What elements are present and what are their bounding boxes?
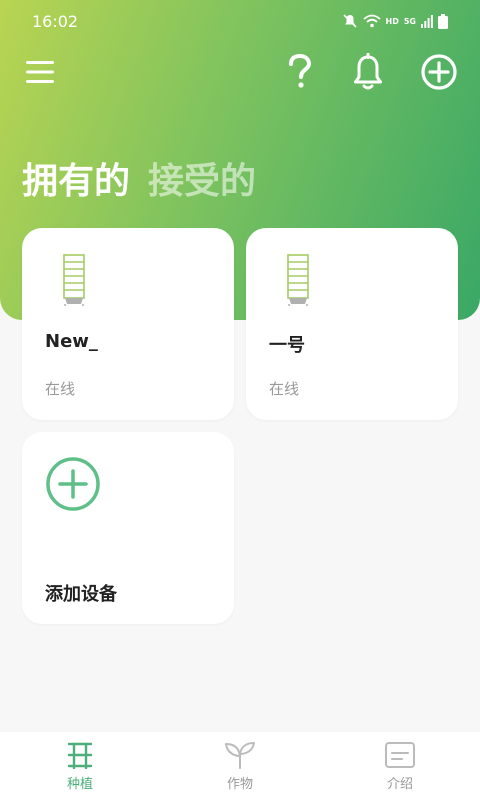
add-circle-icon	[421, 54, 457, 90]
signal-icon	[421, 15, 433, 28]
nav-item-intro[interactable]: 介绍	[340, 741, 460, 792]
device-name: New_	[45, 331, 98, 352]
status-bar: 16:02 HD 5G	[0, 0, 480, 42]
menu-icon	[26, 61, 54, 83]
device-name: 一号	[269, 335, 305, 356]
nav-item-crops[interactable]: 作物	[180, 741, 300, 792]
status-icons: HD 5G	[342, 13, 448, 29]
hd-badge: HD	[385, 16, 399, 26]
wifi-icon	[362, 14, 381, 28]
device-status: 在线	[45, 380, 76, 398]
planting-rack-image	[287, 254, 309, 306]
device-card[interactable]: New_ 在线	[22, 228, 234, 420]
add-button[interactable]	[419, 52, 459, 92]
add-circle-icon	[46, 457, 100, 511]
status-time: 16:02	[32, 11, 79, 31]
top-action-bar	[0, 52, 480, 100]
network-label: 5G	[403, 16, 416, 26]
device-status: 在线	[269, 380, 300, 398]
notifications-button[interactable]	[348, 52, 388, 92]
help-button[interactable]	[280, 52, 320, 92]
device-card[interactable]: 一号 在线	[246, 228, 458, 420]
planting-rack-icon	[67, 742, 93, 769]
bell-icon	[354, 53, 382, 90]
question-mark-icon	[289, 54, 312, 88]
mute-icon	[342, 14, 357, 28]
info-card-icon	[385, 741, 415, 768]
bottom-navigation: 种植 作物 介绍	[0, 732, 480, 800]
add-device-label: 添加设备	[45, 584, 117, 605]
menu-button[interactable]	[20, 52, 60, 92]
planting-rack-image	[63, 254, 85, 306]
nav-label: 介绍	[386, 776, 413, 792]
nav-label: 种植	[66, 776, 93, 792]
tab-received[interactable]: 接受的	[148, 152, 256, 204]
nav-label: 作物	[226, 776, 253, 792]
battery-icon	[438, 13, 448, 29]
nav-item-planting[interactable]: 种植	[20, 741, 140, 792]
add-device-card[interactable]: 添加设备	[22, 432, 234, 624]
ownership-tabs: 拥有的 接受的	[22, 152, 256, 204]
sprout-icon	[225, 741, 255, 769]
tab-owned[interactable]: 拥有的	[22, 152, 130, 204]
